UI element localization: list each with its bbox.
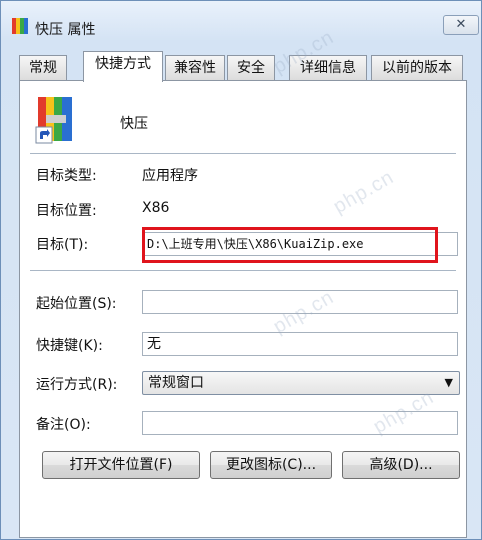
kuaiya-shortcut-icon [35,97,72,144]
tab-compatibility[interactable]: 兼容性 [165,55,225,80]
target-input[interactable]: D:\上班专用\快压\X86\KuaiZip.exe [142,232,458,256]
run-select-value: 常规窗口 [148,375,204,391]
start-in-label: 起始位置(S): [36,296,117,312]
comment-label: 备注(O): [36,417,91,433]
target-label: 目标(T): [36,237,89,253]
chevron-down-icon[interactable]: ▼ [445,372,453,394]
tab-previous-versions[interactable]: 以前的版本 [371,55,463,80]
run-select[interactable]: 常规窗口 ▼ [142,371,460,395]
start-in-input[interactable] [142,290,458,314]
target-location-label: 目标位置: [36,203,97,219]
properties-window: 快压 属性 ✕ 常规 快捷方式 兼容性 安全 详细信息 以前的版本 快压 目标类… [0,0,482,540]
hotkey-input[interactable]: 无 [142,332,458,356]
open-file-location-button[interactable]: 打开文件位置(F) [42,451,200,479]
divider [30,153,456,154]
run-label: 运行方式(R): [36,377,118,393]
target-location-value: X86 [142,200,170,216]
kuaiya-app-icon [12,18,28,34]
comment-input[interactable] [142,411,458,435]
advanced-button[interactable]: 高级(D)... [342,451,460,479]
tab-details[interactable]: 详细信息 [289,55,367,80]
tab-shortcut[interactable]: 快捷方式 [83,51,163,82]
divider [30,270,456,271]
close-button[interactable]: ✕ [443,15,479,35]
tab-security[interactable]: 安全 [227,55,275,80]
change-icon-button[interactable]: 更改图标(C)... [210,451,332,479]
app-name: 快压 [120,116,148,132]
hotkey-label: 快捷键(K): [36,338,103,354]
target-type-value: 应用程序 [142,168,198,184]
title-bar: 快压 属性 ✕ [1,1,481,45]
window-title: 快压 属性 [35,22,96,38]
shortcut-panel: 快压 目标类型: 应用程序 目标位置: X86 目标(T): D:\上班专用\快… [19,80,467,538]
tab-general[interactable]: 常规 [19,55,67,80]
target-type-label: 目标类型: [36,168,97,184]
